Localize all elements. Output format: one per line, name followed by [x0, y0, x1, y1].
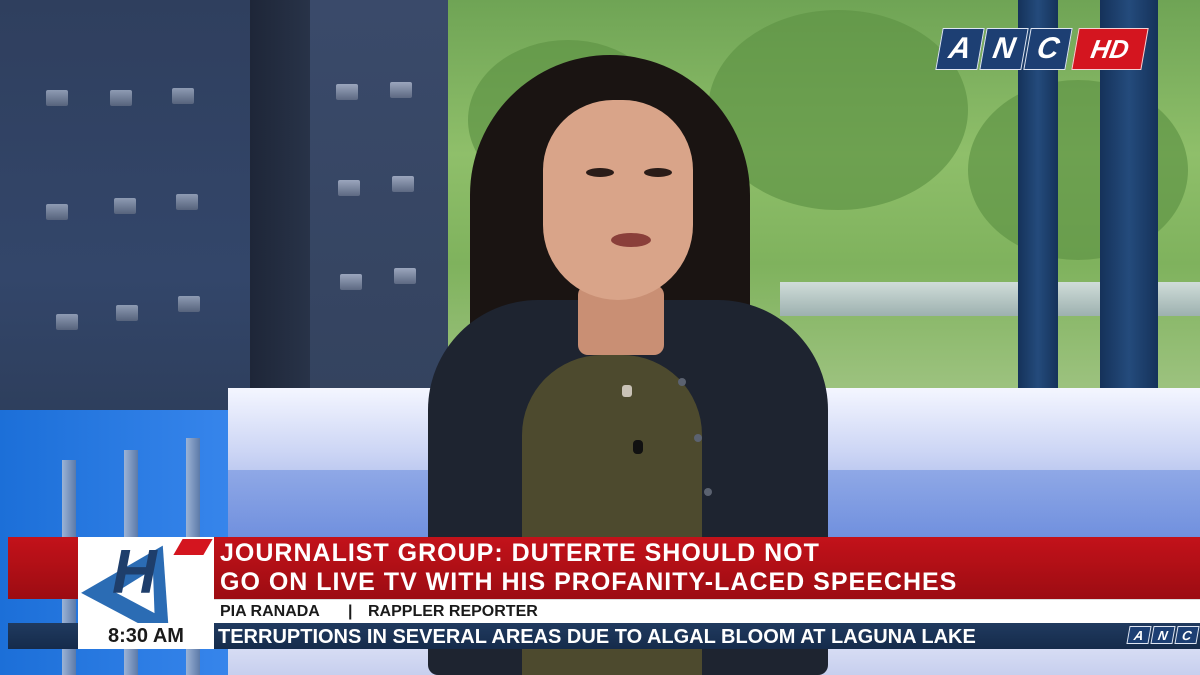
wall-stud [46, 204, 68, 220]
guest-eye-right [644, 168, 672, 177]
wall-stud [394, 268, 416, 284]
guest-face [543, 100, 693, 300]
ticker-anc-logo: A N C [1126, 626, 1200, 646]
guest-mouth [611, 233, 651, 247]
wall-stud [392, 176, 414, 192]
logo-letter: N [979, 28, 1029, 70]
show-logo-arrow-icon [173, 539, 213, 555]
necklace-pendant [622, 385, 632, 397]
headline-line-2: GO ON LIVE TV WITH HIS PROFANITY-LACED S… [220, 568, 958, 596]
wall-stud [172, 88, 194, 104]
studio-wall-panel-mid [310, 0, 450, 390]
wall-stud [114, 198, 136, 214]
wall-stud [110, 90, 132, 106]
wall-stud [56, 314, 78, 330]
guest-eye-left [586, 168, 614, 177]
clock: 8:30 AM [78, 623, 214, 649]
ticker-logo-letter: A [1126, 626, 1152, 644]
cardigan-button [704, 488, 712, 496]
anc-hd-logo: A N C HD [935, 28, 1149, 70]
name-separator: | [348, 603, 353, 620]
studio-pillar [250, 0, 310, 400]
wall-stud [178, 296, 200, 312]
logo-letter: A [935, 28, 985, 70]
lapel-microphone [633, 440, 643, 454]
logo-letter: C [1023, 28, 1073, 70]
show-logo-letter: H [112, 538, 157, 607]
wall-stud [176, 194, 198, 210]
headline-text: JOURNALIST GROUP: DUTERTE SHOULD NOT GO … [220, 539, 1195, 597]
studio-wall-panel-left [0, 0, 250, 460]
guest-nameplate: PIA RANADA | RAPPLER REPORTER [214, 599, 1200, 624]
wall-stud [46, 90, 68, 106]
show-logo: H [78, 537, 214, 623]
ticker-logo-letter: C [1174, 626, 1200, 644]
wall-stud [390, 82, 412, 98]
wall-stud [338, 180, 360, 196]
ticker-logo-letter: N [1150, 626, 1176, 644]
wall-stud [340, 274, 362, 290]
cardigan-button [694, 434, 702, 442]
logo-hd-badge: HD [1071, 28, 1149, 70]
headline-line-1: JOURNALIST GROUP: DUTERTE SHOULD NOT [220, 539, 820, 567]
guest-title: RAPPLER REPORTER [368, 603, 538, 620]
news-ticker-text: TERRUPTIONS IN SEVERAL AREAS DUE TO ALGA… [218, 626, 976, 648]
cardigan-button [678, 378, 686, 386]
guest-name: PIA RANADA [220, 603, 320, 620]
wall-stud [336, 84, 358, 100]
wall-stud [116, 305, 138, 321]
broadcast-frame: A N C HD H JOURNALIST GROUP: DUTERTE SHO… [0, 0, 1200, 675]
